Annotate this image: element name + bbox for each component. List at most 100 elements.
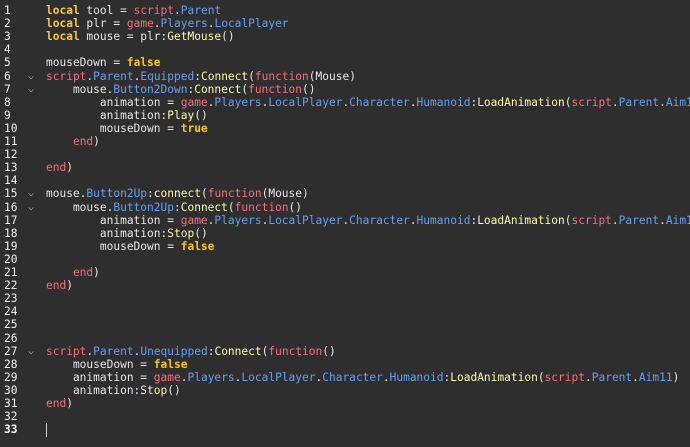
- line-number: 20: [4, 252, 18, 266]
- code-token: .: [409, 213, 417, 227]
- code-line[interactable]: 20: [0, 253, 690, 266]
- code-line[interactable]: 23: [0, 292, 690, 305]
- code-text: end): [46, 397, 73, 410]
- line-number: 10: [4, 121, 18, 135]
- code-line[interactable]: 31 end): [0, 397, 690, 410]
- code-token: .: [153, 17, 161, 31]
- code-token: Play: [167, 108, 195, 122]
- code-token: .: [611, 213, 619, 227]
- code-line[interactable]: 13 end): [0, 161, 690, 174]
- code-token: Equipped: [140, 69, 195, 83]
- code-line[interactable]: 26: [0, 332, 690, 345]
- code-token: game: [180, 213, 208, 227]
- code-text: animation = game.Players.LocalPlayer.Cha…: [46, 371, 679, 384]
- code-line[interactable]: 18 animation:Stop(): [0, 227, 690, 240]
- line-number: 19: [4, 239, 18, 253]
- code-token: end: [72, 266, 94, 279]
- code-token: end: [46, 279, 67, 293]
- code-token: .: [174, 4, 181, 17]
- code-text: animation = game.Players.LocalPlayer.Cha…: [46, 214, 690, 227]
- code-token: (): [194, 108, 208, 122]
- code-text: script.Parent.Equipped:Connect(function(…: [46, 70, 356, 83]
- code-line[interactable]: 16 ⌵ mouse.Button2Up:Connect(function(): [0, 201, 690, 214]
- code-line[interactable]: 7 ⌵ mouse.Button2Down:Connect(function(): [0, 83, 690, 96]
- code-token: :: [194, 69, 201, 83]
- code-line[interactable]: 33: [0, 423, 690, 436]
- code-token: Button2Up: [113, 200, 174, 214]
- code-line[interactable]: 10 mouseDown = true: [0, 122, 690, 135]
- code-line[interactable]: 17 animation = game. Players. LocalPlayer.…: [0, 214, 690, 227]
- code-token: Stop: [167, 226, 195, 240]
- line-number: 16: [4, 200, 18, 214]
- code-line[interactable]: 8 animation = game.Players.LocalPlayer.C…: [0, 96, 690, 109]
- code-token: game: [126, 17, 154, 31]
- code-line[interactable]: 32: [0, 410, 690, 423]
- code-token: script: [46, 344, 87, 358]
- code-line[interactable]: 24: [0, 305, 690, 318]
- line-number: 26: [4, 331, 18, 345]
- chevron-down-icon[interactable]: ⌵: [28, 70, 38, 83]
- code-token: ): [66, 279, 73, 293]
- code-line[interactable]: 11 end): [0, 135, 690, 148]
- line-number: 11: [4, 135, 18, 148]
- code-token: animation =: [46, 95, 181, 109]
- code-text: end): [46, 135, 100, 148]
- code-token: (: [227, 200, 235, 214]
- line-number: 4: [4, 43, 11, 57]
- code-line[interactable]: 1 local tool = script.Parent: [0, 4, 690, 17]
- code-token: ): [93, 135, 100, 148]
- code-token: animation:: [46, 108, 168, 122]
- code-line[interactable]: 3 local mouse = plr:GetMouse(): [0, 30, 690, 43]
- chevron-down-icon[interactable]: ⌵: [28, 187, 38, 200]
- line-number: 30: [4, 383, 18, 397]
- code-token: .: [632, 370, 639, 384]
- code-token: (: [537, 370, 545, 384]
- line-number: 22: [4, 279, 18, 293]
- code-token: .: [611, 95, 619, 109]
- line-number: 25: [4, 318, 18, 332]
- code-token: Aim11: [665, 213, 690, 227]
- code-text: end): [46, 279, 73, 292]
- code-line[interactable]: 4: [0, 43, 690, 56]
- code-line[interactable]: 12: [0, 148, 690, 161]
- chevron-down-icon[interactable]: ⌵: [28, 83, 38, 96]
- code-token: ): [66, 161, 73, 175]
- code-line[interactable]: 14: [0, 174, 690, 187]
- code-line[interactable]: 28 mouseDown = false: [0, 358, 690, 371]
- code-text: local mouse = plr:GetMouse(): [46, 30, 235, 43]
- code-line[interactable]: 22 end): [0, 279, 690, 292]
- code-line[interactable]: 6 ⌵ script.Parent.Equipped:Connect(functio…: [0, 70, 690, 83]
- line-number: 2: [4, 17, 11, 31]
- code-line[interactable]: 9 animation:Play(): [0, 109, 690, 122]
- code-line[interactable]: 15 ⌵ mouse.Button2Up:connect(function(Mous…: [0, 187, 690, 200]
- code-line[interactable]: 30 animation:Stop(): [0, 384, 690, 397]
- code-token: tool =: [79, 4, 134, 17]
- code-editor[interactable]: 1 local tool = script.Parent 2 local plr = …: [0, 0, 690, 447]
- code-token: game: [180, 95, 208, 109]
- code-token: Aim11: [638, 370, 673, 384]
- chevron-down-icon[interactable]: ⌵: [28, 201, 38, 214]
- code-line[interactable]: 25: [0, 318, 690, 331]
- code-text: local plr = game.Players.LocalPlayer: [46, 17, 289, 30]
- code-line[interactable]: 27 ⌵ script.Parent.Unequipped:Connect(func…: [0, 345, 690, 358]
- code-line[interactable]: 5 mouseDown = false: [0, 56, 690, 69]
- code-token: (): [194, 226, 208, 240]
- code-token: Parent: [618, 213, 660, 227]
- code-token: animation =: [46, 213, 181, 227]
- code-token: function: [248, 82, 302, 96]
- code-token: plr =: [79, 17, 127, 31]
- code-token: function: [254, 69, 309, 83]
- code-token: animation =: [46, 370, 154, 384]
- code-token: .: [659, 213, 666, 227]
- code-text: mouse.Button2Down:Connect(function(): [46, 82, 316, 96]
- code-line[interactable]: 29 animation = game. Players. LocalPlayer.…: [0, 371, 690, 384]
- code-token: LoadAnimation: [450, 370, 538, 384]
- chevron-down-icon[interactable]: ⌵: [28, 345, 38, 358]
- code-line[interactable]: 21 end): [0, 266, 690, 279]
- line-number: 7: [4, 82, 11, 96]
- code-token: Connect: [200, 69, 249, 83]
- code-line[interactable]: 2 local plr = game.Players.LocalPlayer: [0, 17, 690, 30]
- code-line[interactable]: 19 mouseDown = false: [0, 240, 690, 253]
- code-text: mouse.Button2Up:connect(function(Mouse): [46, 187, 309, 200]
- code-token: Humanoid: [416, 95, 471, 109]
